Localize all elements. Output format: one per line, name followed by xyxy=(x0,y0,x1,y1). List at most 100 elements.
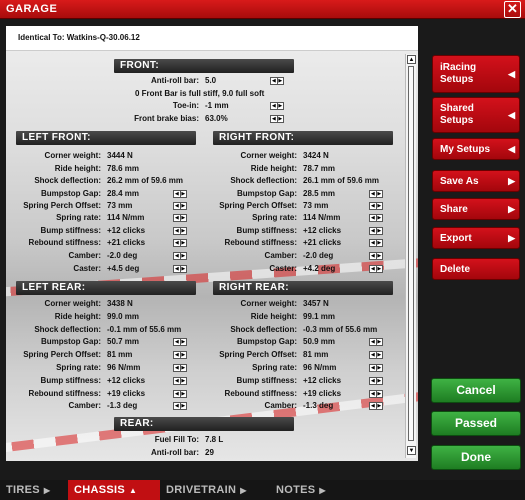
rear-arb-row: Anti-roll bar: 29 xyxy=(0,447,300,459)
tab-tires[interactable]: TIRES ▶ xyxy=(0,480,66,500)
rr-label: Spring rate: xyxy=(252,363,297,372)
rf-label: Bumpstop Gap: xyxy=(237,189,297,198)
chevron-right-icon: ▶ xyxy=(508,204,515,214)
rf-label: Bump stiffness: xyxy=(236,226,297,235)
rf-caster-stepper[interactable]: ◀ ▶ xyxy=(369,265,383,273)
rr-label: Camber: xyxy=(264,401,297,410)
passed-button[interactable]: Passed xyxy=(431,411,521,436)
tab-drivetrain-label: DRIVETRAIN xyxy=(166,484,237,496)
rf-row: Caster: +4.2 deg ◀ ▶ xyxy=(0,263,405,275)
scrollbar[interactable]: ▲ ▼ xyxy=(405,54,416,458)
chevron-right-icon: ▶ xyxy=(319,486,326,495)
shared-setups-button[interactable]: Shared Setups ◀ xyxy=(432,97,520,133)
cancel-button[interactable]: Cancel xyxy=(431,378,521,403)
front-header: FRONT: xyxy=(114,59,294,73)
tab-drivetrain[interactable]: DRIVETRAIN ▶ xyxy=(160,480,268,500)
rr-row: Bump stiffness: +12 clicks ◀ ▶ xyxy=(0,375,405,387)
rf-value: 28.5 mm xyxy=(303,189,336,198)
front-toe-label: Toe-in: xyxy=(172,101,199,110)
front-anti-roll-value: 5.0 xyxy=(205,76,217,85)
rf-value: +21 clicks xyxy=(303,238,342,247)
front-brake-stepper[interactable]: ◀ ▶ xyxy=(270,115,284,123)
rf-row: Camber: -2.0 deg ◀ ▶ xyxy=(0,250,405,262)
rr-value: 99.1 mm xyxy=(303,312,336,321)
tab-notes[interactable]: NOTES ▶ xyxy=(270,480,348,500)
rf-row: Ride height: 78.7 mm xyxy=(0,163,405,175)
front-anti-roll-label: Anti-roll bar: xyxy=(151,76,199,85)
tab-chassis[interactable]: CHASSIS ▲ xyxy=(68,480,160,500)
rr-spring-stepper[interactable]: ◀ ▶ xyxy=(369,364,383,372)
save-as-button[interactable]: Save As ▶ xyxy=(432,170,520,192)
rr-label: Bump stiffness: xyxy=(236,376,297,385)
rf-value: 26.1 mm of 59.6 mm xyxy=(303,176,380,185)
my-setups-label: My Setups xyxy=(440,144,491,155)
iracing-setups-label: iRacing Setups xyxy=(440,62,477,85)
chevron-right-icon: ▶ xyxy=(43,486,51,495)
rf-label: Caster: xyxy=(269,264,297,273)
rf-label: Spring Perch Offset: xyxy=(219,201,297,210)
export-button[interactable]: Export ▶ xyxy=(432,227,520,249)
scroll-down-icon[interactable]: ▼ xyxy=(407,446,416,455)
chevron-left-icon: ◀ xyxy=(508,69,515,79)
front-toe-stepper[interactable]: ◀ ▶ xyxy=(270,102,284,110)
rf-rebound-stepper[interactable]: ◀ ▶ xyxy=(369,239,383,247)
rr-row: Camber: -1.3 deg ◀ ▶ xyxy=(0,400,405,412)
chevron-right-icon: ▶ xyxy=(240,486,247,495)
rr-label: Rebound stiffness: xyxy=(224,389,297,398)
rf-value: 73 mm xyxy=(303,201,329,210)
chevron-left-icon: ◀ xyxy=(508,110,515,120)
save-as-label: Save As xyxy=(440,176,479,187)
rr-bumpstop-stepper[interactable]: ◀ ▶ xyxy=(369,338,383,346)
tab-notes-label: NOTES xyxy=(276,484,316,496)
rear-arb-value: 29 xyxy=(205,448,214,457)
right-front-header: RIGHT FRONT: xyxy=(213,131,393,145)
scroll-up-icon[interactable]: ▲ xyxy=(407,55,416,64)
rf-value: +4.2 deg xyxy=(303,264,336,273)
left-rear-header: LEFT REAR: xyxy=(16,281,196,295)
rear-fuel-row: Fuel Fill To: 7.8 L xyxy=(0,434,300,446)
front-toe-row: Toe-in: -1 mm ◀ ▶ xyxy=(0,100,300,112)
rf-row: Bumpstop Gap: 28.5 mm ◀ ▶ xyxy=(0,188,405,200)
rr-value: -1.3 deg xyxy=(303,401,334,410)
rf-bumpstop-stepper[interactable]: ◀ ▶ xyxy=(369,190,383,198)
rr-rebound-stepper[interactable]: ◀ ▶ xyxy=(369,390,383,398)
front-anti-roll-note: 0 Front Bar is full stiff, 9.0 full soft xyxy=(135,89,265,98)
rr-camber-stepper[interactable]: ◀ ▶ xyxy=(369,402,383,410)
rf-row: Spring rate: 114 N/mm ◀ ▶ xyxy=(0,212,405,224)
rr-perch-stepper[interactable]: ◀ ▶ xyxy=(369,351,383,359)
rf-perch-stepper[interactable]: ◀ ▶ xyxy=(369,202,383,210)
rr-bump-stepper[interactable]: ◀ ▶ xyxy=(369,377,383,385)
title-bar: GARAGE ✕ xyxy=(0,0,525,19)
rf-row: Rebound stiffness: +21 clicks ◀ ▶ xyxy=(0,237,405,249)
rf-camber-stepper[interactable]: ◀ ▶ xyxy=(369,252,383,260)
delete-button[interactable]: Delete xyxy=(432,258,520,280)
rr-label: Bumpstop Gap: xyxy=(237,337,297,346)
front-toe-value: -1 mm xyxy=(205,101,229,110)
scroll-thumb[interactable] xyxy=(408,66,414,441)
front-brake-row: Front brake bias: 63.0% ◀ ▶ xyxy=(0,113,300,125)
rf-value: 78.7 mm xyxy=(303,164,336,173)
rf-value: 3424 N xyxy=(303,151,329,160)
rr-row: Shock deflection: -0.3 mm of 55.6 mm xyxy=(0,324,405,336)
rr-label: Corner weight: xyxy=(240,299,297,308)
front-brake-value: 63.0% xyxy=(205,114,228,123)
rf-bump-stepper[interactable]: ◀ ▶ xyxy=(369,227,383,235)
rr-label: Shock deflection: xyxy=(230,325,297,334)
rr-value: 3457 N xyxy=(303,299,329,308)
share-button[interactable]: Share ▶ xyxy=(432,198,520,220)
iracing-setups-button[interactable]: iRacing Setups ◀ xyxy=(432,55,520,93)
rr-label: Spring Perch Offset: xyxy=(219,350,297,359)
chevron-right-icon: ▶ xyxy=(508,233,515,243)
front-anti-roll-stepper[interactable]: ◀ ▶ xyxy=(270,77,284,85)
chevron-right-icon: ▶ xyxy=(508,176,515,186)
rf-row: Shock deflection: 26.1 mm of 59.6 mm xyxy=(0,175,405,187)
rf-label: Corner weight: xyxy=(240,151,297,160)
rf-spring-stepper[interactable]: ◀ ▶ xyxy=(369,214,383,222)
rr-value: 96 N/mm xyxy=(303,363,337,372)
close-button[interactable]: ✕ xyxy=(504,1,521,18)
rf-value: 114 N/mm xyxy=(303,213,341,222)
done-button[interactable]: Done xyxy=(431,445,521,470)
rf-value: +12 clicks xyxy=(303,226,342,235)
my-setups-button[interactable]: My Setups ◀ xyxy=(432,138,520,160)
rr-row: Bumpstop Gap: 50.9 mm ◀ ▶ xyxy=(0,336,405,348)
